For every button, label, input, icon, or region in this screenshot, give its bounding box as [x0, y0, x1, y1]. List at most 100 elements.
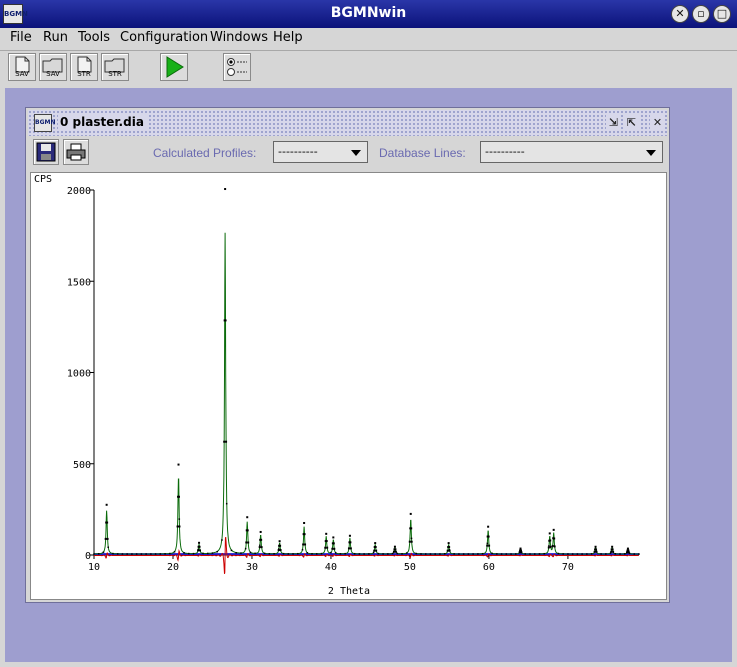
measured-point [434, 553, 436, 555]
measured-point [567, 553, 569, 555]
menu-configuration[interactable]: Configuration [120, 30, 208, 45]
measured-point [106, 537, 109, 540]
x-tick-label: 70 [562, 562, 574, 573]
measured-point [410, 527, 413, 530]
database-lines-select[interactable]: ---------- [480, 141, 663, 163]
measured-point [625, 551, 628, 554]
menu-run[interactable]: Run [43, 30, 68, 45]
measured-point [626, 547, 629, 550]
measured-point [510, 553, 512, 555]
radio-options-icon [227, 58, 247, 76]
measured-point [477, 553, 479, 555]
measured-point [260, 546, 263, 549]
measured-point [557, 552, 560, 555]
measured-point [408, 540, 411, 543]
y-tick-label: 2000 [67, 186, 91, 197]
measured-point [633, 553, 636, 555]
measured-point [302, 543, 305, 546]
measured-point [424, 553, 427, 555]
y-tick-label: 0 [85, 551, 91, 562]
measured-point [538, 553, 541, 555]
minimize-icon[interactable]: ▫ [692, 5, 710, 23]
measured-point [140, 553, 143, 555]
measured-point [145, 553, 147, 555]
run-button[interactable] [160, 53, 188, 81]
measured-point [375, 549, 378, 552]
measured-point [515, 553, 517, 555]
measured-point [225, 502, 228, 505]
options-button[interactable] [223, 53, 251, 81]
measured-point [619, 553, 621, 555]
measured-point [439, 553, 441, 555]
measured-point [303, 521, 306, 524]
measured-point [177, 463, 180, 466]
measured-point [467, 553, 470, 555]
measured-point [553, 537, 556, 540]
measured-point [481, 552, 484, 555]
print-button[interactable] [63, 139, 89, 165]
save-sav-button[interactable]: SAV [8, 53, 36, 81]
measured-point [496, 553, 498, 555]
maximize-icon[interactable]: ⇱ [624, 115, 639, 130]
measured-point [487, 535, 490, 538]
measured-point [611, 545, 614, 548]
measured-point [392, 550, 395, 553]
save-button[interactable] [33, 139, 59, 165]
measured-point [458, 553, 460, 555]
measured-point [331, 547, 334, 550]
measured-point [164, 553, 166, 555]
measured-point [472, 553, 474, 555]
close-icon[interactable]: ✕ [650, 115, 665, 130]
measured-point [246, 529, 249, 532]
measured-point [332, 536, 335, 539]
measured-point [420, 553, 422, 555]
measured-point [486, 544, 489, 547]
iconify-icon[interactable]: ⇲ [606, 115, 621, 130]
menu-windows[interactable]: Windows [210, 30, 268, 45]
measured-point [595, 550, 598, 552]
measured-point [358, 553, 361, 555]
measured-point [611, 548, 614, 551]
measured-point [391, 552, 394, 555]
measured-point [258, 546, 261, 549]
window-titlebar[interactable]: BGMN BGMNwin ✕ ▫ □ [0, 0, 737, 28]
diffractogram-plot[interactable]: CPS 2 Theta 0 500 1000 1500 2000 10 20 30 40 50 60… [30, 172, 667, 600]
measured-point [223, 440, 226, 443]
chart-svg[interactable]: CPS 2 Theta 0 500 1000 1500 2000 10 20 30 40 50 60… [31, 173, 666, 599]
measured-point [576, 553, 579, 555]
measured-point [448, 549, 451, 551]
measured-point [374, 542, 377, 545]
measured-point [304, 543, 307, 546]
measured-point [282, 552, 285, 555]
measured-point [462, 553, 465, 555]
measured-point [349, 535, 351, 537]
diagram-window-titlebar[interactable]: BGMN 0 plaster.dia ⇲ ⇱ ✕ [28, 110, 667, 136]
measured-point [429, 553, 432, 555]
maximize-icon[interactable]: □ [713, 5, 731, 23]
measured-point [244, 547, 247, 550]
measured-point [595, 548, 598, 551]
measured-point [112, 552, 114, 555]
measured-point [600, 553, 602, 555]
menu-file[interactable]: File [10, 30, 32, 45]
open-str-button[interactable]: STR [101, 53, 129, 81]
open-sav-button[interactable]: SAV [39, 53, 67, 81]
measured-point [311, 553, 313, 555]
measured-point [159, 553, 162, 555]
measured-point [230, 549, 233, 552]
measured-point [586, 553, 588, 555]
measured-point [198, 541, 201, 544]
measured-point [332, 542, 335, 545]
measured-point [254, 552, 256, 555]
menu-tools[interactable]: Tools [78, 30, 110, 45]
measured-point [104, 537, 107, 540]
measured-point [548, 545, 550, 547]
measured-point [198, 545, 201, 548]
close-icon[interactable]: ✕ [671, 5, 689, 23]
y-axis-label: CPS [34, 174, 52, 185]
save-str-button[interactable]: STR [70, 53, 98, 81]
menu-help[interactable]: Help [273, 30, 303, 45]
measured-point [178, 525, 181, 528]
measured-point [260, 538, 263, 541]
calculated-profiles-select[interactable]: ---------- [273, 141, 368, 163]
